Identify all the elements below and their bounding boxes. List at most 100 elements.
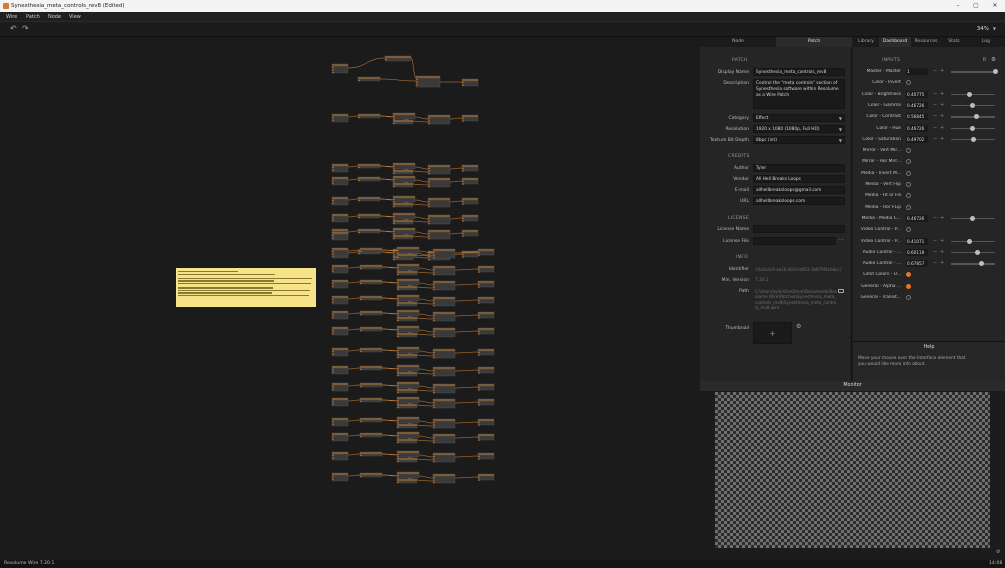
graph-wire[interactable]	[347, 215, 359, 218]
graph-wire[interactable]	[418, 435, 434, 439]
graph-wire[interactable]	[454, 314, 479, 317]
plus-icon[interactable]: +	[940, 136, 944, 143]
graph-node[interactable]	[427, 164, 451, 175]
license-file-field[interactable]	[753, 237, 836, 245]
param-toggle[interactable]	[906, 272, 911, 278]
graph-wire[interactable]	[449, 217, 463, 220]
graph-node[interactable]	[331, 279, 349, 289]
graph-node[interactable]	[392, 234, 414, 240]
graph-node[interactable]	[427, 114, 451, 125]
graph-node[interactable]	[396, 388, 418, 394]
graph-wire[interactable]	[347, 281, 361, 284]
category-select[interactable]: Effect ▼	[753, 114, 845, 122]
param-toggle[interactable]	[906, 148, 911, 154]
graph-wire[interactable]	[418, 420, 434, 424]
graph-node[interactable]	[396, 431, 420, 439]
param-toggle[interactable]	[906, 295, 911, 300]
graph-node[interactable]	[331, 63, 349, 74]
graph-node[interactable]	[331, 176, 349, 186]
description-field[interactable]: Control the "meta controls" section of S…	[753, 79, 845, 109]
graph-wire[interactable]	[454, 369, 479, 372]
display-name-field[interactable]: Synesthesia_meta_controls_rev8	[753, 68, 845, 76]
graph-node[interactable]	[331, 472, 349, 482]
param-toggle[interactable]	[906, 170, 911, 176]
graph-node[interactable]	[331, 310, 349, 320]
graph-node[interactable]	[396, 301, 418, 307]
minus-icon[interactable]: −	[933, 113, 937, 120]
graph-node[interactable]	[392, 119, 414, 125]
graph-node[interactable]	[432, 327, 456, 338]
graph-node[interactable]	[396, 346, 420, 354]
minus-icon[interactable]: −	[933, 136, 937, 143]
param-value[interactable]: 0.46726	[906, 101, 928, 109]
plus-icon[interactable]: +	[940, 215, 944, 222]
tab-node[interactable]: Node	[700, 37, 776, 47]
tab-resources[interactable]: Resources	[911, 37, 941, 47]
graph-wire[interactable]	[347, 230, 359, 233]
tab-dashboard[interactable]: Dashboard	[879, 37, 911, 47]
graph-node[interactable]	[392, 112, 416, 120]
param-toggle[interactable]	[906, 182, 911, 187]
param-slider[interactable]	[951, 71, 995, 73]
param-toggle[interactable]	[906, 193, 911, 199]
slider-handle[interactable]	[967, 91, 973, 97]
param-value[interactable]: 0.56845	[906, 113, 928, 121]
graph-node[interactable]	[432, 280, 456, 291]
graph-node[interactable]	[396, 278, 420, 286]
graph-node[interactable]	[357, 196, 381, 202]
graph-wire[interactable]	[347, 474, 361, 477]
graph-wire[interactable]	[347, 115, 359, 118]
slider-handle[interactable]	[969, 102, 975, 108]
graph-node[interactable]	[392, 182, 414, 188]
graph-node[interactable]	[396, 371, 418, 377]
graph-node[interactable]	[331, 295, 349, 305]
graph-node[interactable]	[427, 214, 451, 225]
graph-wire[interactable]	[454, 455, 479, 458]
graph-wire[interactable]	[418, 282, 434, 286]
graph-node[interactable]	[357, 76, 381, 82]
minus-icon[interactable]: −	[933, 68, 937, 75]
bitdepth-select[interactable]: 8bpc (int) ▼	[753, 136, 845, 144]
graph-node[interactable]	[331, 347, 349, 357]
folder-icon[interactable]	[838, 289, 844, 293]
url-field[interactable]: allhellbreaksloops.com	[753, 197, 845, 205]
graph-wire[interactable]	[454, 299, 479, 302]
plus-icon[interactable]: +	[940, 68, 944, 75]
plus-icon[interactable]: +	[940, 102, 944, 109]
param-slider[interactable]	[951, 263, 995, 265]
graph-node[interactable]	[331, 382, 349, 392]
graph-node[interactable]	[396, 450, 420, 458]
graph-node[interactable]	[432, 418, 456, 429]
graph-node[interactable]	[461, 214, 479, 222]
graph-wire[interactable]	[347, 178, 359, 181]
graph-node[interactable]	[396, 364, 420, 372]
graph-wire[interactable]	[418, 313, 434, 317]
plus-icon[interactable]: +	[940, 249, 944, 256]
graph-wire[interactable]	[449, 180, 463, 183]
graph-node[interactable]	[396, 457, 418, 463]
graph-wire[interactable]	[347, 312, 361, 315]
graph-wire[interactable]	[347, 453, 361, 456]
reset-button[interactable]: R	[983, 58, 986, 63]
graph-node[interactable]	[359, 365, 383, 371]
graph-node[interactable]	[392, 175, 416, 183]
graph-node[interactable]	[477, 473, 495, 481]
gear-icon[interactable]: ⚙	[996, 549, 1000, 555]
graph-wire[interactable]	[454, 351, 479, 354]
graph-node[interactable]	[477, 296, 495, 304]
email-field[interactable]: allhellbreaksloops@gmail.com	[753, 186, 845, 194]
menu-patch[interactable]: Patch	[26, 12, 40, 22]
graph-node[interactable]	[432, 265, 456, 276]
graph-node[interactable]	[461, 114, 479, 122]
graph-wire[interactable]	[418, 475, 434, 479]
param-toggle[interactable]	[906, 227, 911, 233]
param-slider[interactable]	[951, 116, 995, 118]
graph-wire[interactable]	[379, 78, 417, 82]
param-value[interactable]: 0.46726	[906, 214, 928, 222]
graph-wire[interactable]	[414, 199, 429, 203]
graph-node[interactable]	[331, 432, 349, 442]
graph-node[interactable]	[432, 348, 456, 359]
graph-node[interactable]	[396, 471, 420, 479]
graph-node[interactable]	[331, 397, 349, 407]
minus-icon[interactable]: −	[933, 91, 937, 98]
